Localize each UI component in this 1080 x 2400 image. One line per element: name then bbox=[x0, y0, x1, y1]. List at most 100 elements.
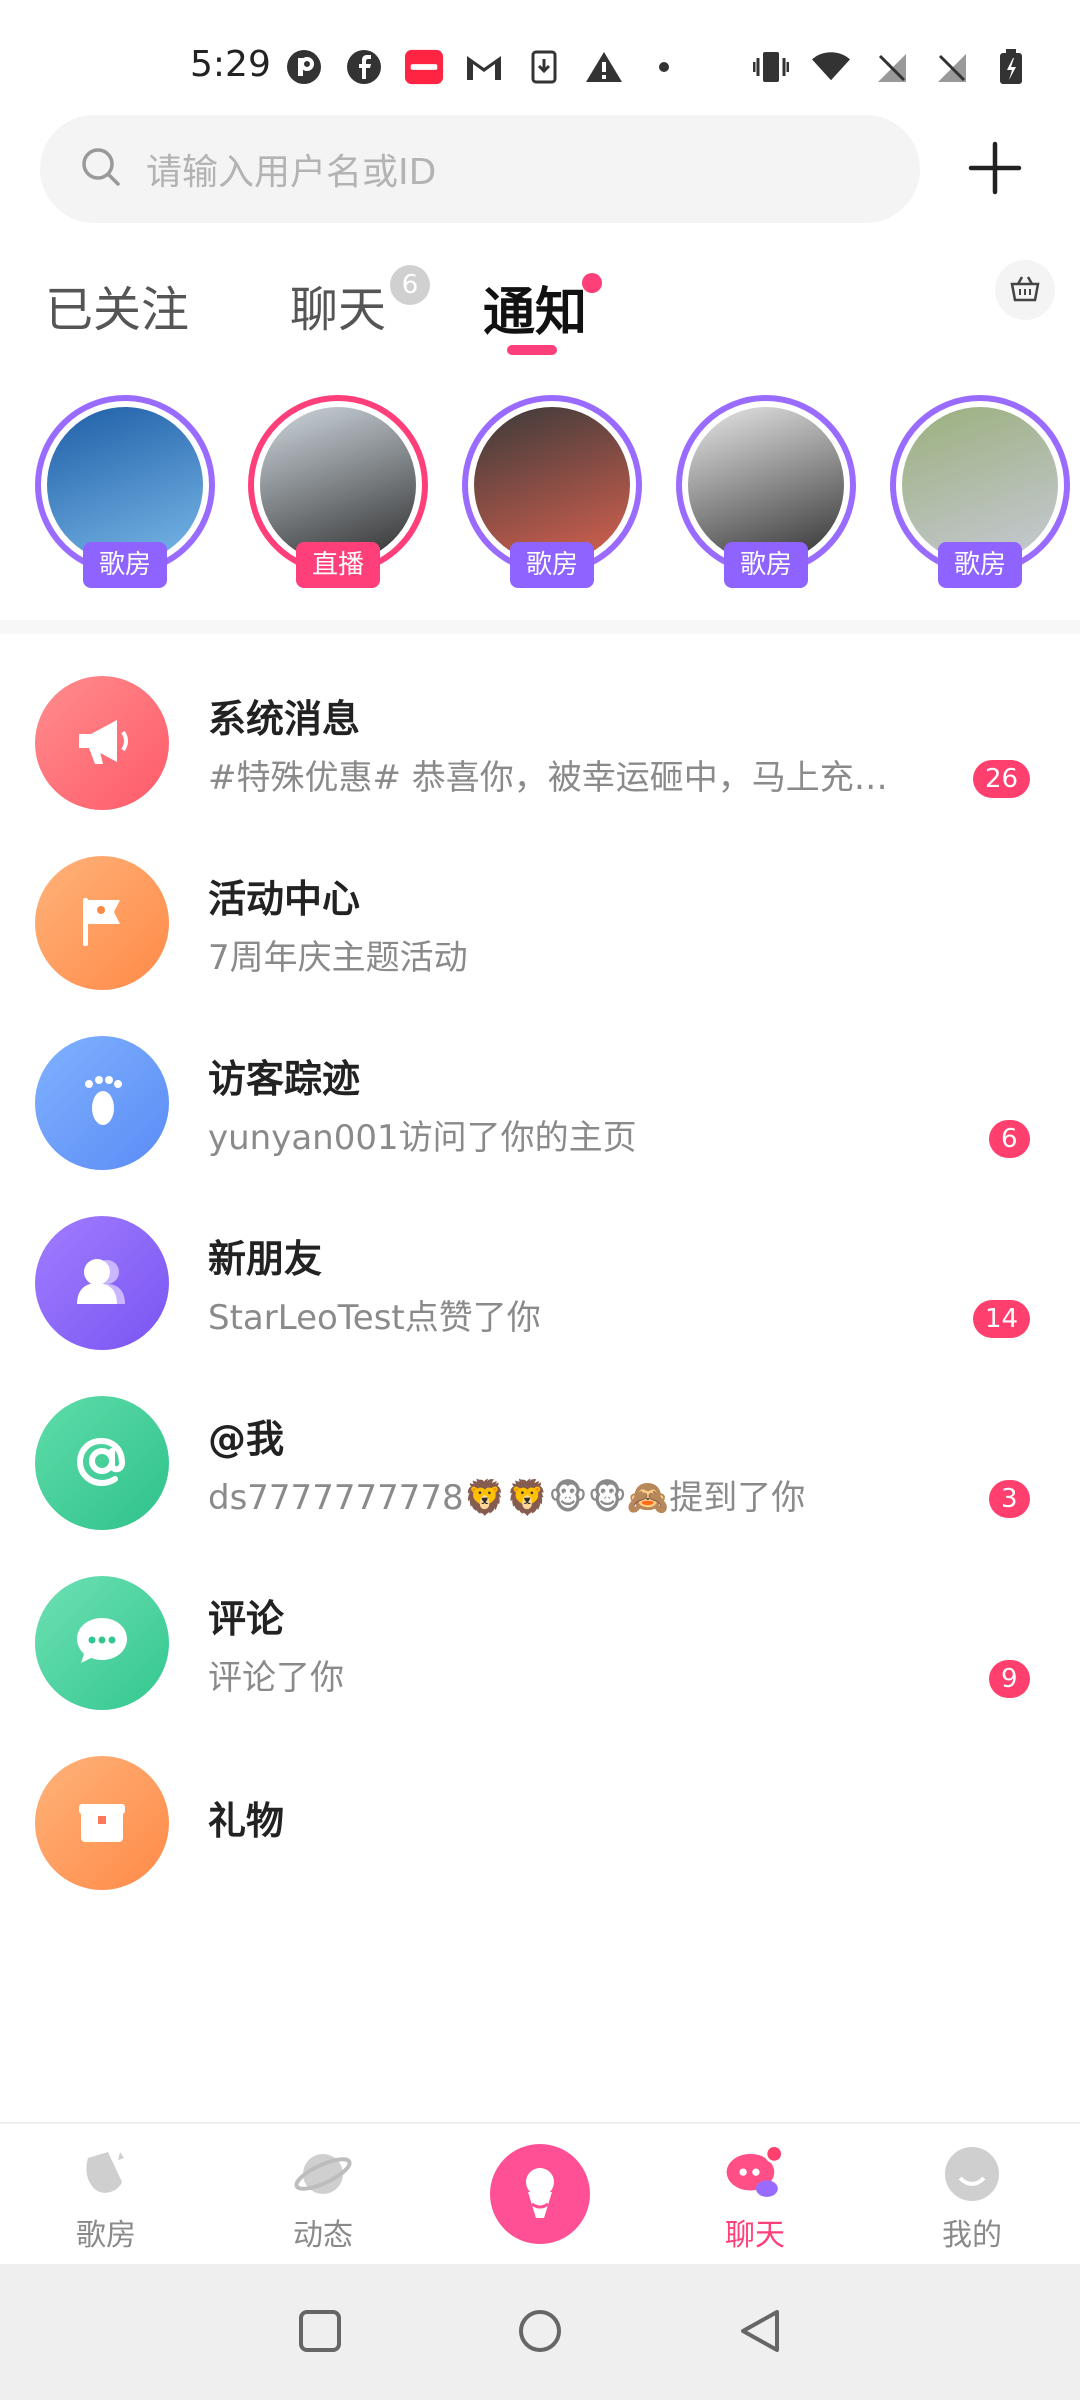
list-item-subtitle: 评论了你 bbox=[208, 1658, 344, 1698]
tab-chat[interactable]: 聊天 bbox=[290, 270, 386, 340]
nav-item-chat[interactable]: 聊天 bbox=[685, 2142, 825, 2254]
list-item[interactable]: 访客踪迹 yunyan001访问了你的主页 6 bbox=[0, 1000, 1080, 1180]
xiaohongshu-icon bbox=[405, 48, 443, 86]
circle-icon bbox=[517, 2308, 563, 2358]
gmail-icon bbox=[465, 48, 503, 86]
plus-icon bbox=[967, 140, 1023, 200]
unread-count-badge: 14 bbox=[973, 1300, 1031, 1338]
story-tag: 歌房 bbox=[510, 542, 594, 588]
list-item-subtitle: #特殊优惠# 恭喜你，被幸运砸中，马上充… bbox=[208, 758, 888, 798]
list-item-title: 活动中心 bbox=[208, 877, 361, 921]
story-tag: 歌房 bbox=[83, 542, 167, 588]
list-item[interactable]: 活动中心 7周年庆主题活动 bbox=[0, 820, 1080, 1000]
list-item-subtitle: StarLeoTest点赞了你 bbox=[208, 1298, 541, 1338]
status-bar: 5:29 bbox=[0, 0, 1080, 130]
list-item-title: 访客踪迹 bbox=[208, 1057, 361, 1101]
system-icons bbox=[752, 48, 1030, 86]
unread-count-badge: 9 bbox=[989, 1660, 1030, 1698]
nav-label-profile: 我的 bbox=[942, 2218, 1002, 2253]
list-item-subtitle: yunyan001访问了你的主页 bbox=[208, 1118, 637, 1158]
nav-label-moments: 动态 bbox=[293, 2218, 353, 2253]
story-avatar-image bbox=[260, 407, 416, 563]
notice-unread-dot bbox=[582, 273, 602, 293]
tab-followed[interactable]: 已关注 bbox=[45, 270, 189, 340]
story-item[interactable]: 歌房 bbox=[462, 395, 642, 595]
back-button[interactable] bbox=[725, 2298, 795, 2368]
story-item[interactable]: 歌房 bbox=[35, 395, 215, 595]
status-time: 5:29 bbox=[190, 44, 271, 85]
bottom-nav: 歌房 动态 聊天 我的 bbox=[0, 2122, 1080, 2264]
download-icon bbox=[525, 48, 563, 86]
comment-icon bbox=[67, 1606, 137, 1680]
megaphone-icon bbox=[67, 706, 137, 780]
list-item-avatar bbox=[35, 1216, 169, 1350]
story-avatar-image bbox=[688, 407, 844, 563]
gift-icon bbox=[67, 1786, 137, 1860]
list-item-title: @我 bbox=[208, 1417, 285, 1461]
home-button[interactable] bbox=[505, 2298, 575, 2368]
list-item-title: 系统消息 bbox=[208, 697, 361, 741]
back-triangle-icon bbox=[737, 2308, 783, 2358]
story-item[interactable]: 歌房 bbox=[676, 395, 856, 595]
section-divider bbox=[0, 620, 1080, 634]
story-avatar-image bbox=[474, 407, 630, 563]
list-item-avatar bbox=[35, 856, 169, 990]
recents-button[interactable] bbox=[285, 2298, 355, 2368]
nav-item-profile[interactable]: 我的 bbox=[902, 2142, 1042, 2254]
app-p-icon bbox=[285, 48, 323, 86]
microphone-icon bbox=[512, 2162, 568, 2226]
shop-button[interactable] bbox=[995, 260, 1055, 320]
signal-off-icon bbox=[872, 48, 910, 86]
wifi-icon bbox=[812, 48, 850, 86]
nav-item-music-room[interactable]: 歌房 bbox=[36, 2142, 176, 2254]
search-icon bbox=[80, 146, 122, 192]
active-tab-indicator bbox=[507, 345, 557, 355]
list-item-title: 新朋友 bbox=[208, 1237, 323, 1281]
center-action-button[interactable] bbox=[490, 2144, 590, 2244]
flag-icon bbox=[67, 886, 137, 960]
list-item-title: 评论 bbox=[208, 1597, 285, 1641]
battery-charging-icon bbox=[992, 48, 1030, 86]
music-room-icon bbox=[74, 2142, 138, 2206]
list-item[interactable]: 新朋友 StarLeoTest点赞了你 14 bbox=[0, 1180, 1080, 1360]
list-item-avatar bbox=[35, 1036, 169, 1170]
chat-count-badge: 6 bbox=[390, 265, 430, 305]
list-item[interactable]: 评论评论了你 9 bbox=[0, 1540, 1080, 1720]
story-avatar-image bbox=[902, 407, 1058, 563]
at-icon bbox=[67, 1426, 137, 1500]
profile-icon bbox=[940, 2142, 1004, 2206]
story-tag: 歌房 bbox=[724, 542, 808, 588]
more-dot-icon bbox=[645, 48, 683, 86]
list-item-avatar bbox=[35, 1396, 169, 1530]
nav-label-chat: 聊天 bbox=[725, 2218, 785, 2253]
unread-count-badge: 6 bbox=[989, 1120, 1030, 1158]
story-item[interactable]: 歌房 bbox=[890, 395, 1070, 595]
facebook-icon bbox=[345, 48, 383, 86]
chat-bubble-icon bbox=[723, 2142, 787, 2206]
tab-notice[interactable]: 通知 bbox=[483, 270, 587, 345]
search-input[interactable]: 请输入用户名或ID bbox=[146, 143, 436, 195]
list-item-avatar bbox=[35, 1756, 169, 1890]
add-button[interactable] bbox=[960, 130, 1030, 210]
story-tag: 直播 bbox=[296, 542, 380, 588]
story-avatar-image bbox=[47, 407, 203, 563]
system-navigation-bar bbox=[0, 2264, 1080, 2400]
list-item[interactable]: 系统消息 #特殊优惠# 恭喜你，被幸运砸中，马上充… 26 bbox=[0, 640, 1080, 820]
search-bar[interactable]: 请输入用户名或ID bbox=[40, 115, 920, 223]
unread-count-badge: 26 bbox=[973, 760, 1031, 798]
list-item-avatar bbox=[35, 676, 169, 810]
warning-icon bbox=[585, 48, 623, 86]
list-item[interactable]: 礼物 bbox=[0, 1720, 1080, 1900]
signal-off-icon-2 bbox=[932, 48, 970, 86]
nav-item-moments[interactable]: 动态 bbox=[253, 2142, 393, 2254]
notification-icons bbox=[285, 48, 683, 86]
story-item[interactable]: 直播 bbox=[248, 395, 428, 595]
nav-label-music-room: 歌房 bbox=[76, 2218, 136, 2253]
list-item-subtitle: 7周年庆主题活动 bbox=[208, 938, 468, 978]
list-item-avatar bbox=[35, 1576, 169, 1710]
user-icon bbox=[67, 1246, 137, 1320]
list-item[interactable]: @我 ds7777777778🦁🦁🐵🐵🙈提到了你 3 bbox=[0, 1360, 1080, 1540]
square-icon bbox=[298, 2309, 342, 2357]
list-item-subtitle: ds7777777778🦁🦁🐵🐵🙈提到了你 bbox=[208, 1478, 806, 1518]
unread-count-badge: 3 bbox=[989, 1480, 1030, 1518]
